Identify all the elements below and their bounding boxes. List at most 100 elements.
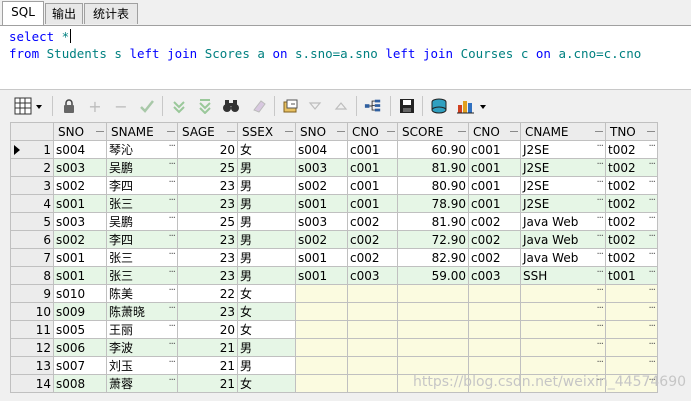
grid-cell[interactable]: s002 — [295, 176, 348, 195]
grid-cell[interactable]: 21 — [177, 374, 238, 393]
cell-editor-icon[interactable]: ··· — [596, 358, 603, 369]
cell-editor-icon[interactable]: ··· — [648, 268, 655, 279]
grid-cell[interactable]: 男 — [237, 338, 296, 357]
grid-cell[interactable]: 李四 ··· — [106, 230, 178, 249]
grid-cell[interactable]: s006 — [53, 338, 107, 357]
binoculars-icon[interactable] — [222, 97, 240, 115]
row-number[interactable]: 14 — [10, 374, 54, 393]
grid-cell[interactable]: t002 ··· — [605, 194, 658, 213]
table-row[interactable]: 13 s007 刘玉 ··· 21 男 ··· ··· — [10, 356, 658, 375]
table-row[interactable]: 1 s004 琴沁 ··· 20 女 s004 c001 60.90 c001 J2SE ··· t00… — [10, 140, 658, 159]
grid-cell[interactable]: J2SE ··· — [520, 140, 606, 159]
grid-cell[interactable] — [347, 356, 398, 375]
grid-cell[interactable]: c002 — [347, 230, 398, 249]
row-number[interactable]: 9 — [10, 284, 54, 303]
grid-cell[interactable] — [295, 356, 348, 375]
grid-cell[interactable]: s009 — [53, 302, 107, 321]
grid-cell[interactable] — [468, 284, 521, 303]
grid-cell[interactable]: s001 — [53, 248, 107, 267]
grid-cell[interactable]: s003 — [53, 212, 107, 231]
grid-cell[interactable]: c001 — [347, 158, 398, 177]
table-row[interactable]: 5 s003 吴鹏 ··· 25 男 s003 c002 81.90 c002 Java Web ··… — [10, 212, 658, 231]
cell-editor-icon[interactable]: ··· — [168, 286, 175, 297]
grid-cell[interactable] — [347, 302, 398, 321]
column-header-cname[interactable]: CNAME — [520, 122, 606, 141]
cell-editor-icon[interactable]: ··· — [168, 160, 175, 171]
grid-cell[interactable]: 81.90 — [397, 212, 469, 231]
grid-cell[interactable]: s001 — [295, 266, 348, 285]
grid-cell[interactable]: ··· — [605, 338, 658, 357]
export-icon[interactable] — [282, 97, 300, 115]
table-row[interactable]: 3 s002 李四 ··· 23 男 s002 c001 80.90 c001 J2SE ··· t00… — [10, 176, 658, 195]
grid-cell[interactable]: s007 — [53, 356, 107, 375]
cell-editor-icon[interactable]: ··· — [168, 322, 175, 333]
cell-editor-icon[interactable]: ··· — [168, 268, 175, 279]
cell-editor-icon[interactable]: ··· — [596, 196, 603, 207]
grid-cell[interactable] — [295, 302, 348, 321]
grid-cell[interactable]: s010 — [53, 284, 107, 303]
cell-editor-icon[interactable]: ··· — [168, 250, 175, 261]
grid-cell[interactable]: c002 — [468, 212, 521, 231]
grid-cell[interactable] — [347, 320, 398, 339]
grid-cell[interactable] — [347, 338, 398, 357]
table-row[interactable]: 6 s002 李四 ··· 23 男 s002 c002 72.90 c002 Java Web ··… — [10, 230, 658, 249]
grid-cell[interactable]: J2SE ··· — [520, 158, 606, 177]
cell-editor-icon[interactable]: ··· — [596, 214, 603, 225]
grid-cell[interactable] — [397, 302, 469, 321]
grid-cell[interactable] — [397, 356, 469, 375]
grid-cell[interactable]: 男 — [237, 176, 296, 195]
grid-cell[interactable]: J2SE ··· — [520, 194, 606, 213]
row-number[interactable]: 12 — [10, 338, 54, 357]
grid-cell[interactable]: c003 — [347, 266, 398, 285]
row-number[interactable]: 4 — [10, 194, 54, 213]
column-header-sno[interactable]: SNO — [53, 122, 107, 141]
grid-cell[interactable]: 25 — [177, 212, 238, 231]
grid-cell[interactable] — [468, 356, 521, 375]
column-header-score[interactable]: SCORE — [397, 122, 469, 141]
cell-editor-icon[interactable]: ··· — [596, 340, 603, 351]
grid-cell[interactable] — [295, 284, 348, 303]
grid-cell[interactable]: 张三 ··· — [106, 266, 178, 285]
grid-cell[interactable]: SSH ··· — [520, 266, 606, 285]
grid-cell[interactable] — [397, 320, 469, 339]
grid-cell[interactable]: Java Web ··· — [520, 248, 606, 267]
grid-cell[interactable]: ··· — [520, 356, 606, 375]
grid-cell[interactable]: s004 — [295, 140, 348, 159]
cell-editor-icon[interactable]: ··· — [168, 178, 175, 189]
grid-cell[interactable]: 23 — [177, 248, 238, 267]
grid-cell[interactable]: ··· — [520, 320, 606, 339]
cell-editor-icon[interactable]: ··· — [596, 268, 603, 279]
cell-editor-icon[interactable]: ··· — [648, 142, 655, 153]
grid-cell[interactable]: 陈美 ··· — [106, 284, 178, 303]
grid-cell[interactable]: c002 — [468, 248, 521, 267]
grid-cell[interactable]: s005 — [53, 320, 107, 339]
grid-cell[interactable]: 59.00 — [397, 266, 469, 285]
cell-editor-icon[interactable]: ··· — [168, 304, 175, 315]
grid-cell[interactable]: 女 — [237, 284, 296, 303]
grid-cell[interactable]: 王丽 ··· — [106, 320, 178, 339]
row-number[interactable]: 3 — [10, 176, 54, 195]
grid-cell[interactable]: t001 ··· — [605, 266, 658, 285]
grid-cell[interactable]: s001 — [53, 194, 107, 213]
grid-cell[interactable] — [347, 284, 398, 303]
filter-down-alt-icon[interactable] — [196, 97, 214, 115]
cell-editor-icon[interactable]: ··· — [168, 142, 175, 153]
grid-cell[interactable] — [347, 374, 398, 393]
grid-cell[interactable]: ··· — [520, 338, 606, 357]
grid-cell[interactable]: 吴鹏 ··· — [106, 158, 178, 177]
row-number[interactable]: 8 — [10, 266, 54, 285]
delete-row-icon[interactable]: − — [112, 97, 130, 116]
grid-cell[interactable] — [468, 338, 521, 357]
grid-cell[interactable]: 78.90 — [397, 194, 469, 213]
grid-cell[interactable]: t002 ··· — [605, 158, 658, 177]
chart-icon[interactable] — [456, 97, 490, 115]
sort-asc-icon[interactable] — [332, 97, 350, 115]
grid-cell[interactable]: 陈萧晓 ··· — [106, 302, 178, 321]
table-row[interactable]: 9 s010 陈美 ··· 22 女 ··· ··· — [10, 284, 658, 303]
table-row[interactable]: 8 s001 张三 ··· 23 男 s001 c003 59.00 c003 SSH ··· t001… — [10, 266, 658, 285]
grid-cell[interactable]: c002 — [468, 230, 521, 249]
lock-icon[interactable] — [60, 97, 78, 115]
grid-cell[interactable]: 男 — [237, 248, 296, 267]
table-row[interactable]: 11 s005 王丽 ··· 20 女 ··· ··· — [10, 320, 658, 339]
column-header-sage[interactable]: SAGE — [177, 122, 238, 141]
